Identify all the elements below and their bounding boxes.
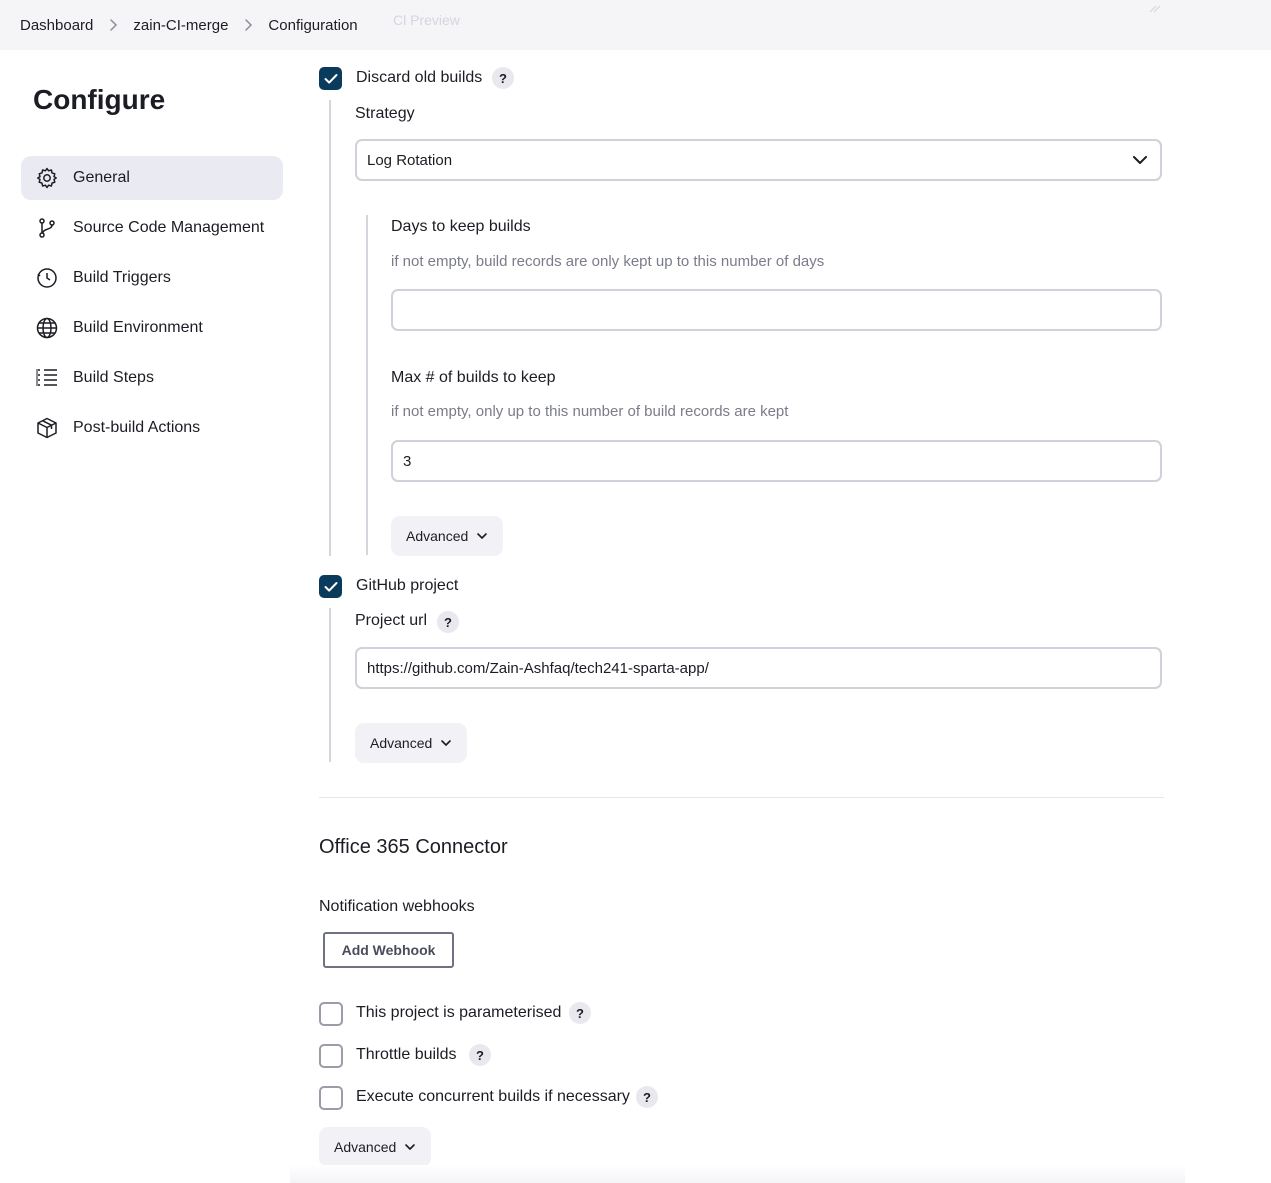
strategy-select[interactable]: Log Rotation xyxy=(355,139,1162,181)
advanced-label: Advanced xyxy=(334,1139,397,1155)
days-to-keep-label: Days to keep builds xyxy=(391,218,531,235)
sidebar-item-label: Post-build Actions xyxy=(73,419,201,436)
throttle-builds-checkbox[interactable] xyxy=(319,1044,343,1068)
chevron-down-icon xyxy=(477,533,488,539)
breadcrumb-job[interactable]: zain-CI-merge xyxy=(133,17,228,34)
chevron-down-icon xyxy=(1132,152,1148,172)
advanced-label: Advanced xyxy=(406,528,469,544)
sidebar-item-build-triggers[interactable]: Build Triggers xyxy=(21,256,283,300)
max-builds-value: 3 xyxy=(403,452,412,470)
bottom-bar-shadow xyxy=(290,1165,1185,1183)
days-to-keep-description: if not empty, build records are only kep… xyxy=(391,253,825,270)
github-project-checkbox[interactable] xyxy=(319,575,342,598)
chevron-right-icon xyxy=(241,18,255,32)
max-builds-label: Max # of builds to keep xyxy=(391,369,556,386)
discard-old-builds-label[interactable]: Discard old builds xyxy=(356,69,482,87)
advanced-label: Advanced xyxy=(370,735,433,751)
strategy-selected-value: Log Rotation xyxy=(367,151,453,169)
project-url-label: Project url xyxy=(355,612,428,629)
package-icon xyxy=(35,416,59,440)
max-builds-input[interactable]: 3 xyxy=(391,440,1162,482)
sidebar-item-build-environment[interactable]: Build Environment xyxy=(21,306,283,350)
sidebar-item-label: General xyxy=(73,169,130,186)
github-project-label[interactable]: GitHub project xyxy=(356,577,458,595)
breadcrumb-dashboard[interactable]: Dashboard xyxy=(20,17,93,34)
add-webhook-label: Add Webhook xyxy=(341,942,436,958)
globe-icon xyxy=(35,316,59,340)
concurrent-builds-label[interactable]: Execute concurrent builds if necessary xyxy=(356,1088,630,1106)
sidebar-item-label: Build Triggers xyxy=(73,269,171,286)
help-icon[interactable]: ? xyxy=(437,611,459,633)
page-title: Configure xyxy=(33,84,166,115)
help-icon[interactable]: ? xyxy=(636,1086,658,1108)
project-url-value: https://github.com/Zain-Ashfaq/tech241-s… xyxy=(367,659,709,677)
strategy-label: Strategy xyxy=(355,105,415,122)
discard-old-builds-checkbox[interactable] xyxy=(319,67,342,90)
nested-indent-line xyxy=(366,215,368,555)
chevron-down-icon xyxy=(441,740,452,746)
sidebar-item-label: Source Code Management xyxy=(73,219,265,236)
sidebar-nav: General Source Code Management Build Tri… xyxy=(21,156,283,456)
sidebar-item-post-build-actions[interactable]: Post-build Actions xyxy=(21,406,283,450)
list-icon xyxy=(35,366,59,390)
clock-icon xyxy=(35,266,59,290)
sidebar-item-label: Build Environment xyxy=(73,319,203,336)
configuration-form: Discard old builds ? Strategy Log Rotati… xyxy=(319,0,1189,1183)
office365-section-title: Office 365 Connector xyxy=(319,836,508,858)
parameterised-label[interactable]: This project is parameterised xyxy=(356,1004,561,1022)
help-icon[interactable]: ? xyxy=(469,1044,491,1066)
section-indent-line xyxy=(329,608,331,762)
parameterised-checkbox[interactable] xyxy=(319,1002,343,1026)
github-advanced-button[interactable]: Advanced xyxy=(355,723,468,763)
max-builds-description: if not empty, only up to this number of … xyxy=(391,403,789,420)
branch-icon xyxy=(35,216,59,240)
concurrent-builds-checkbox[interactable] xyxy=(319,1086,343,1110)
sidebar-item-source-code-management[interactable]: Source Code Management xyxy=(21,206,283,250)
chevron-down-icon xyxy=(405,1144,416,1150)
help-icon[interactable]: ? xyxy=(492,67,514,89)
notification-webhooks-label: Notification webhooks xyxy=(319,898,475,915)
throttle-builds-label[interactable]: Throttle builds xyxy=(356,1046,457,1064)
sidebar-item-build-steps[interactable]: Build Steps xyxy=(21,356,283,400)
sidebar-item-label: Build Steps xyxy=(73,369,154,386)
chevron-right-icon xyxy=(106,18,120,32)
general-advanced-button[interactable]: Advanced xyxy=(319,1127,432,1167)
project-url-input[interactable]: https://github.com/Zain-Ashfaq/tech241-s… xyxy=(355,647,1162,689)
add-webhook-button[interactable]: Add Webhook xyxy=(323,932,454,968)
discard-advanced-button[interactable]: Advanced xyxy=(391,516,504,556)
sidebar-item-general[interactable]: General xyxy=(21,156,283,200)
days-to-keep-input[interactable] xyxy=(391,289,1162,331)
section-indent-line xyxy=(329,100,331,556)
breadcrumb: Dashboard zain-CI-merge Configuration xyxy=(20,17,358,34)
help-icon[interactable]: ? xyxy=(569,1002,591,1024)
section-divider xyxy=(319,797,1164,798)
gear-icon xyxy=(35,166,59,190)
